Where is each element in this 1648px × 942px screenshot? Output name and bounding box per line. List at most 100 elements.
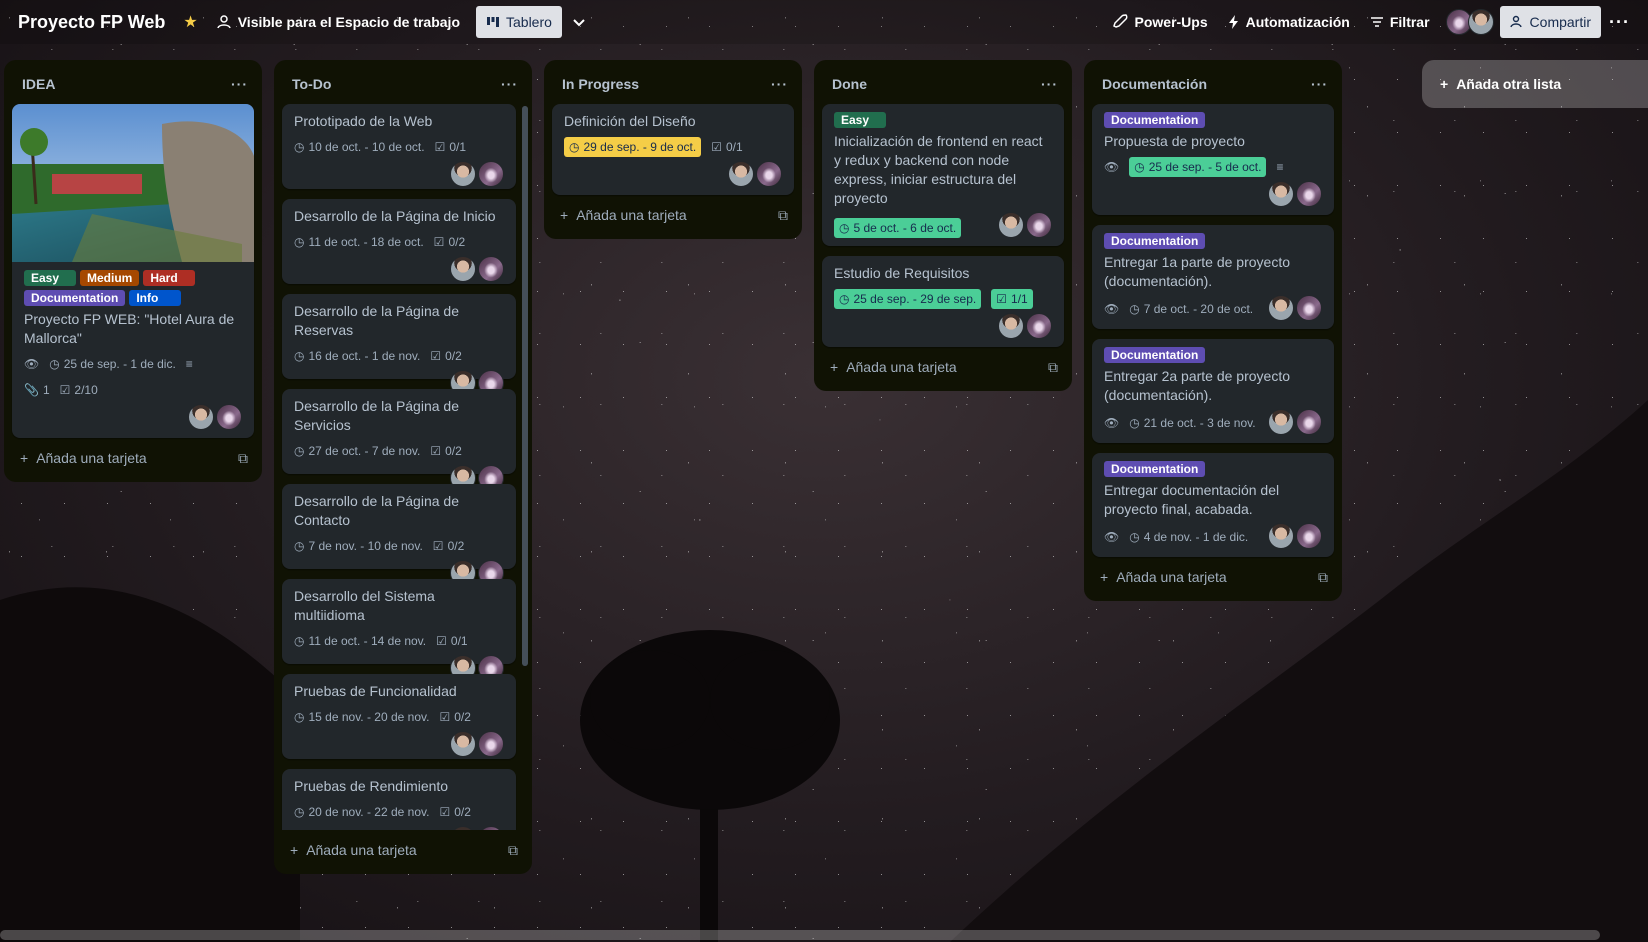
avatar[interactable] <box>478 161 504 187</box>
avatar[interactable] <box>998 212 1024 238</box>
avatar[interactable] <box>1026 212 1052 238</box>
due-date-badge: ◷ 7 de nov. - 10 de nov. <box>294 536 423 556</box>
list-header[interactable]: Done ··· <box>814 60 1072 104</box>
card[interactable]: Prototipado de la Web ◷ 10 de oct. - 10 d… <box>282 104 516 189</box>
card[interactable]: Desarrollo de la Página de Contacto ◷ 7 d… <box>282 484 516 586</box>
board-view-button[interactable]: Tablero <box>476 6 562 38</box>
card[interactable]: Pruebas de Rendimiento ◷ 20 de nov. - 22 … <box>282 769 516 830</box>
list-title[interactable]: IDEA <box>22 76 55 92</box>
card[interactable]: Desarrollo del Sistema multiidioma ◷ 11 d… <box>282 579 516 681</box>
clock-icon: ◷ <box>839 221 850 235</box>
add-card-button[interactable]: + Añada una tarjeta ⧉ <box>4 438 262 482</box>
add-list-button[interactable]: + Añada otra lista <box>1422 60 1648 108</box>
automation-button[interactable]: Automatización <box>1218 6 1360 38</box>
avatar[interactable] <box>1296 523 1322 549</box>
card-title: Definición del Diseño <box>564 113 696 129</box>
list-title[interactable]: Documentación <box>1102 76 1207 92</box>
avatar[interactable] <box>1296 181 1322 207</box>
filter-button[interactable]: Filtrar <box>1360 6 1440 38</box>
avatar[interactable] <box>998 313 1024 339</box>
card[interactable]: Estudio de Requisitos ◷ 25 de sep. - 29 d… <box>822 256 1064 347</box>
label-documentation: Documentation <box>1104 233 1206 249</box>
visibility-button[interactable]: Visible para el Espacio de trabajo <box>206 6 470 38</box>
template-icon[interactable]: ⧉ <box>238 450 248 467</box>
avatar[interactable] <box>1268 409 1294 435</box>
card[interactable]: Desarrollo de la Página de Inicio ◷ 11 de… <box>282 199 516 284</box>
board-title[interactable]: Proyecto FP Web <box>18 12 165 33</box>
due-date-text: 4 de nov. - 1 de dic. <box>1143 530 1249 544</box>
watch-icon: 👁 <box>24 357 40 371</box>
add-card-label: Añada una tarjeta <box>1116 569 1227 585</box>
due-date-badge[interactable]: ◷ 25 de sep. - 29 de sep. <box>834 289 982 309</box>
avatar[interactable] <box>1296 295 1322 321</box>
list-header[interactable]: IDEA ··· <box>4 60 262 104</box>
plus-icon: + <box>560 207 569 223</box>
avatar[interactable] <box>1268 295 1294 321</box>
due-date-text: 21 de oct. - 3 de nov. <box>1143 416 1256 430</box>
add-card-button[interactable]: + Añada una tarjeta ⧉ <box>544 195 802 239</box>
avatar[interactable] <box>1026 313 1052 339</box>
more-menu-icon[interactable]: ··· <box>1601 12 1638 33</box>
avatar[interactable] <box>1268 181 1294 207</box>
card[interactable]: Desarrollo de la Página de Reservas ◷ 16 … <box>282 294 516 396</box>
list-menu-icon[interactable]: ··· <box>771 76 788 92</box>
avatar[interactable] <box>188 404 214 430</box>
avatar[interactable] <box>478 256 504 282</box>
list-menu-icon[interactable]: ··· <box>1041 76 1058 92</box>
avatar[interactable] <box>216 404 242 430</box>
due-date-text: 7 de nov. - 10 de nov. <box>308 539 423 553</box>
power-ups-button[interactable]: Power-Ups <box>1103 6 1218 38</box>
add-card-button[interactable]: + Añada una tarjeta ⧉ <box>274 830 532 874</box>
avatar[interactable] <box>1296 409 1322 435</box>
card[interactable]: Documentation Entregar 1a parte de proye… <box>1092 225 1334 329</box>
list-menu-icon[interactable]: ··· <box>501 76 518 92</box>
share-button[interactable]: Compartir <box>1499 6 1602 38</box>
avatar[interactable] <box>450 161 476 187</box>
avatar[interactable] <box>450 826 476 830</box>
due-date-badge[interactable]: ◷ 5 de oct. - 6 de oct. <box>834 218 962 238</box>
list-header[interactable]: Documentación ··· <box>1084 60 1342 104</box>
avatar[interactable] <box>478 731 504 757</box>
clock-icon: ◷ <box>1129 416 1140 430</box>
watch-icon: 👁 <box>1104 160 1120 174</box>
description-icon: ≡ <box>1276 160 1284 174</box>
list-title[interactable]: In Progress <box>562 76 639 92</box>
avatar[interactable] <box>450 256 476 282</box>
card[interactable]: Documentation Entregar 2a parte de proye… <box>1092 339 1334 443</box>
card[interactable]: Easy Medium Hard Documentation Info Proy… <box>12 104 254 438</box>
card[interactable]: Easy Inicialización de frontend en react… <box>822 104 1064 246</box>
avatar[interactable] <box>756 161 782 187</box>
plus-icon: + <box>20 450 29 466</box>
list-menu-icon[interactable]: ··· <box>1311 76 1328 92</box>
due-date-badge[interactable]: ◷ 25 de sep. - 5 de oct. <box>1129 157 1267 177</box>
template-icon[interactable]: ⧉ <box>778 207 788 224</box>
list-title[interactable]: Done <box>832 76 867 92</box>
label-medium: Medium <box>80 270 140 286</box>
add-card-button[interactable]: + Añada una tarjeta ⧉ <box>814 347 1072 391</box>
avatar[interactable] <box>450 731 476 757</box>
checklist-badge: ☑ 0/2 <box>433 536 464 556</box>
avatar[interactable] <box>728 161 754 187</box>
due-date-badge[interactable]: ◷ 29 de sep. - 9 de oct. <box>564 137 702 157</box>
avatar[interactable] <box>1467 9 1494 35</box>
card[interactable]: Documentation Propuesta de proyecto 👁 ◷ 2… <box>1092 104 1334 215</box>
board-members[interactable] <box>1445 9 1494 35</box>
card[interactable]: Definición del Diseño ◷ 29 de sep. - 9 de… <box>552 104 794 195</box>
card[interactable]: Documentation Entregar documentación del… <box>1092 453 1334 557</box>
avatar[interactable] <box>1268 523 1294 549</box>
list-menu-icon[interactable]: ··· <box>231 76 248 92</box>
list-title[interactable]: To-Do <box>292 76 331 92</box>
card[interactable]: Pruebas de Funcionalidad ◷ 15 de nov. - 2… <box>282 674 516 759</box>
template-icon[interactable]: ⧉ <box>508 842 518 859</box>
avatar[interactable] <box>478 826 504 830</box>
template-icon[interactable]: ⧉ <box>1048 359 1058 376</box>
star-icon[interactable]: ★ <box>183 12 197 32</box>
card[interactable]: Desarrollo de la Página de Servicios ◷ 27… <box>282 389 516 491</box>
list-header[interactable]: In Progress ··· <box>544 60 802 104</box>
board-horizontal-scrollbar[interactable] <box>0 930 1600 940</box>
clock-icon: ◷ <box>294 349 305 363</box>
view-switcher-chevron[interactable] <box>562 6 596 38</box>
list-header[interactable]: To-Do ··· <box>274 60 532 104</box>
template-icon[interactable]: ⧉ <box>1318 569 1328 586</box>
add-card-button[interactable]: + Añada una tarjeta ⧉ <box>1084 557 1342 601</box>
